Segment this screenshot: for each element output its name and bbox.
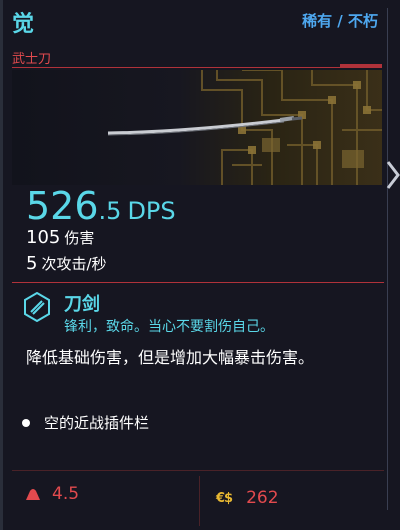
mod-slot-label: 空的近战插件栏 [44, 414, 150, 432]
attack-speed-stat: 5 次攻击/秒 [26, 253, 107, 274]
item-rarity: 稀有 / 不朽 [302, 12, 378, 30]
header-divider-accent [340, 64, 382, 68]
price-stat: €$ 262 [216, 488, 279, 508]
next-item-arrow-icon[interactable] [386, 160, 400, 190]
footer-divider [12, 470, 384, 471]
dps-stat: 526.5 DPS [26, 184, 176, 228]
mod-slot-bullet-icon [22, 418, 30, 427]
attacks-label: 次攻击/秒 [41, 255, 107, 273]
perk-description: 锋利，致命。当心不要割伤自己。 [64, 319, 274, 335]
eurodollar-icon: €$ [216, 490, 233, 506]
dps-integer: 526 [26, 184, 99, 228]
damage-label: 伤害 [64, 229, 95, 247]
frame-border [0, 0, 3, 530]
blade-perk-icon [24, 292, 50, 322]
item-name: 觉 [12, 12, 35, 37]
price-value: 262 [246, 488, 279, 508]
stats-divider [12, 282, 384, 283]
header-divider [12, 67, 382, 68]
item-tooltip: 觉 稀有 / 不朽 武士刀 526.5 DPS 105 伤害 5 次攻击/秒 刀… [0, 0, 400, 530]
weapon-image [12, 70, 382, 185]
perk-name: 刀剑 [64, 294, 100, 315]
weapon-effect-text: 降低基础伤害，但是增加大幅暴击伤害。 [26, 348, 315, 367]
frame-border-right [387, 8, 388, 510]
dps-decimal: .5 [98, 197, 122, 225]
damage-stat: 105 伤害 [26, 227, 94, 248]
dps-label: DPS [127, 197, 176, 225]
weight-stat: 4.5 [24, 484, 79, 504]
footer-column-divider [199, 476, 200, 526]
katana-illustration [107, 70, 382, 185]
mod-slot[interactable]: 空的近战插件栏 [22, 412, 149, 433]
weight-icon [26, 489, 40, 500]
damage-value: 105 [26, 227, 61, 248]
attacks-value: 5 [26, 253, 38, 274]
item-type: 武士刀 [12, 52, 52, 67]
weight-value: 4.5 [52, 484, 80, 504]
